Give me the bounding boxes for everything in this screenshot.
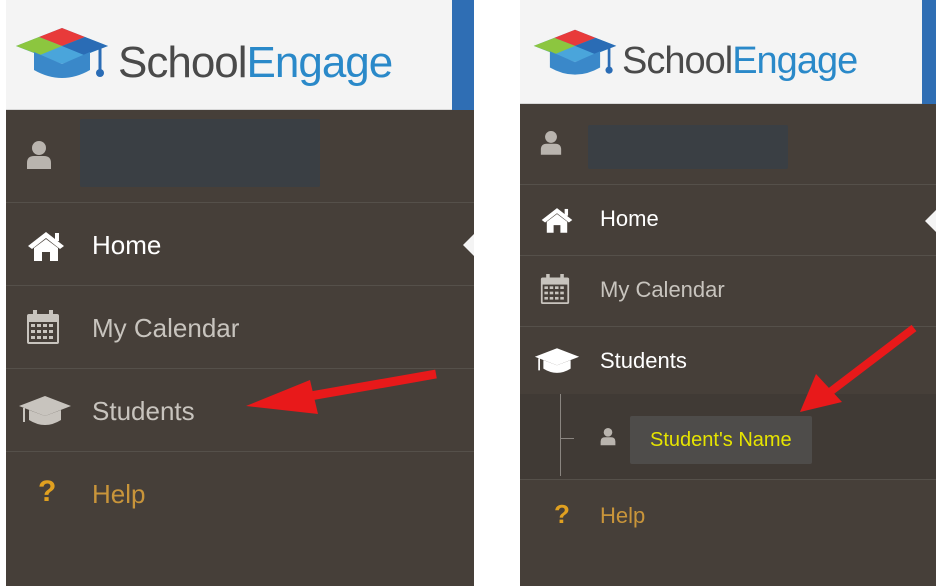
user-icon: [600, 428, 616, 446]
user-name-redacted: [80, 119, 320, 187]
nav-item-my-calendar[interactable]: My Calendar: [6, 287, 474, 369]
nav-item-help[interactable]: ? Help: [520, 481, 936, 553]
nav-label-home: Home: [600, 206, 659, 231]
calendar-icon: [27, 310, 59, 344]
submenu-item-student-name[interactable]: Student's Name: [630, 416, 812, 464]
nav-label-my-calendar: My Calendar: [600, 277, 725, 302]
tree-line-vertical: [560, 394, 561, 476]
right-sidebar-panel: SchoolEngage Home My Calendar Students S…: [520, 0, 936, 586]
graduation-cap-icon: [534, 348, 580, 373]
nav-item-home[interactable]: Home: [6, 204, 474, 286]
active-indicator-caret: [925, 210, 936, 232]
user-icon: [27, 141, 51, 169]
user-icon: [540, 131, 562, 155]
user-profile-row[interactable]: [520, 105, 936, 185]
sidebar-header: SchoolEngage: [520, 0, 936, 104]
nav-item-my-calendar[interactable]: My Calendar: [520, 257, 936, 327]
nav-label-help: Help: [92, 479, 146, 509]
red-annotation-arrow: [800, 324, 917, 412]
graduation-cap-logo-icon: [16, 28, 108, 78]
graduation-cap-icon: [19, 396, 71, 425]
nav-item-home[interactable]: Home: [520, 186, 936, 256]
home-icon: [28, 232, 64, 261]
nav-label-help: Help: [600, 503, 646, 528]
brand-name: SchoolEngage: [622, 40, 858, 82]
sidebar-header: SchoolEngage: [6, 0, 474, 110]
red-annotation-arrow: [246, 369, 437, 414]
question-icon: ?: [38, 475, 57, 508]
nav-label-my-calendar: My Calendar: [92, 313, 240, 343]
header-accent-strip: [452, 0, 474, 110]
nav-label-students: Students: [92, 396, 195, 426]
left-sidebar-panel: SchoolEngage Home My Calendar Students ?…: [6, 0, 474, 586]
home-icon: [541, 208, 573, 233]
user-name-redacted: [588, 125, 788, 169]
header-accent-strip: [922, 0, 936, 104]
tree-line-horizontal: [560, 438, 574, 439]
brand-name: SchoolEngage: [118, 38, 393, 87]
calendar-icon: [540, 274, 570, 304]
nav-item-help[interactable]: ? Help: [6, 453, 474, 535]
nav-label-students: Students: [600, 348, 687, 373]
nav-label-home: Home: [92, 230, 162, 260]
graduation-cap-logo-icon: [533, 29, 617, 75]
active-indicator-caret: [463, 234, 474, 256]
question-icon: ?: [554, 499, 570, 529]
user-profile-row[interactable]: [6, 111, 474, 203]
